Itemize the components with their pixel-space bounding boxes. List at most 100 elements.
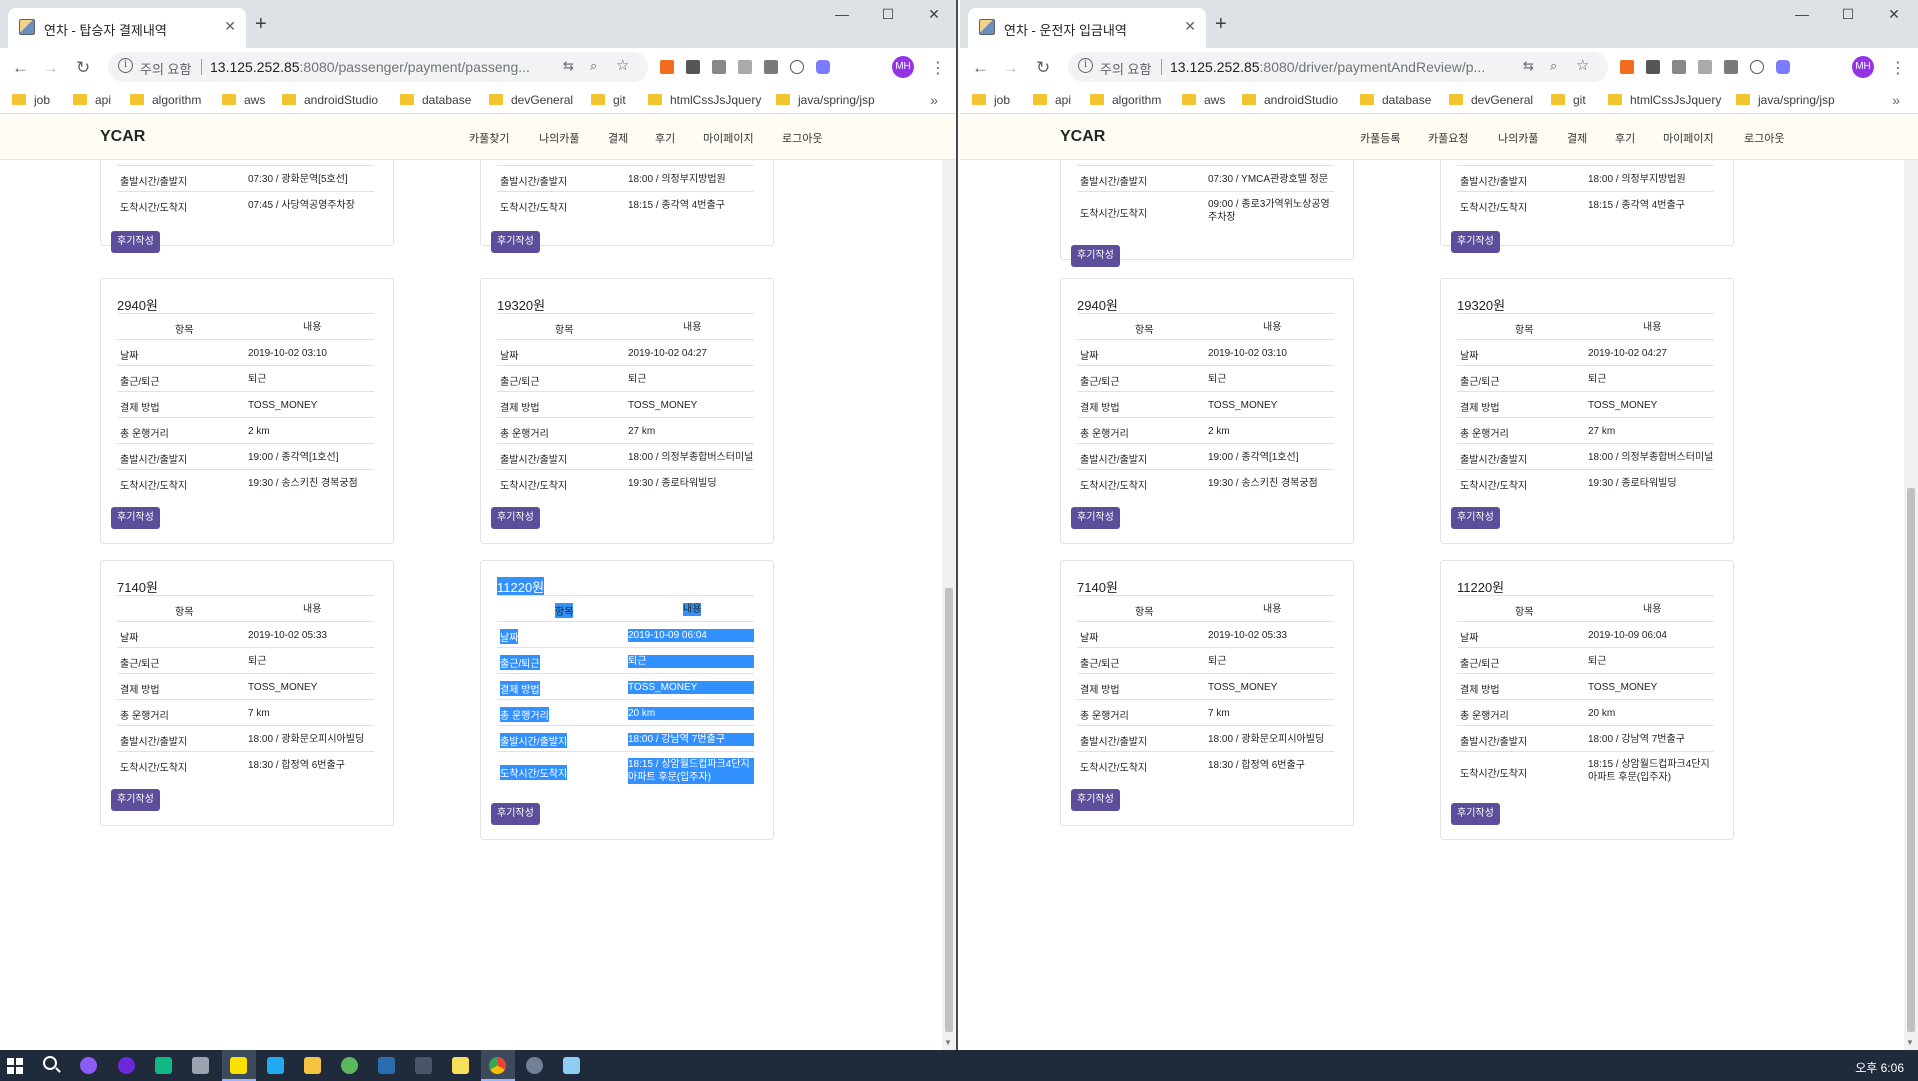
bookmark-folder[interactable]: api: [1033, 93, 1071, 107]
bookmark-folder[interactable]: api: [73, 93, 111, 107]
app-icon[interactable]: [118, 1057, 135, 1074]
profile-avatar[interactable]: MH: [1852, 56, 1874, 78]
search-icon[interactable]: [43, 1056, 57, 1070]
reload-icon[interactable]: ↻: [1036, 58, 1050, 78]
bookmark-folder[interactable]: aws: [1182, 93, 1225, 107]
scroll-thumb[interactable]: [945, 588, 953, 1032]
write-review-button[interactable]: 후기작성: [1071, 507, 1120, 529]
menu-review[interactable]: 후기: [655, 130, 675, 146]
minimize-icon[interactable]: —: [832, 6, 852, 22]
profile-avatar[interactable]: MH: [892, 56, 914, 78]
write-review-button[interactable]: 후기작성: [1451, 507, 1500, 529]
chevron-more-icon[interactable]: »: [930, 92, 938, 108]
scrollbar[interactable]: ▲ ▼: [1904, 114, 1918, 1050]
extension-icon[interactable]: [1620, 60, 1634, 74]
close-window-icon[interactable]: ✕: [924, 6, 944, 23]
write-review-button[interactable]: 후기작성: [491, 231, 540, 253]
write-review-button[interactable]: 후기작성: [111, 789, 160, 811]
translate-icon[interactable]: ⇆: [563, 58, 574, 74]
menu-request-carpool[interactable]: 카풀요청: [1428, 130, 1468, 146]
settings-icon[interactable]: [526, 1057, 543, 1074]
menu-kebab-icon[interactable]: ⋮: [930, 58, 946, 78]
bookmark-folder[interactable]: htmlCssJsJquery: [1608, 93, 1721, 107]
write-review-button[interactable]: 후기작성: [1451, 231, 1500, 253]
menu-logout[interactable]: 로그아웃: [1744, 130, 1784, 146]
bookmark-folder[interactable]: androidStudio: [282, 93, 378, 107]
extension-icon[interactable]: [1646, 60, 1660, 74]
kakaotalk-icon[interactable]: [230, 1057, 247, 1074]
write-review-button[interactable]: 후기작성: [111, 231, 160, 253]
url-text[interactable]: 13.125.252.85:8080/driver/paymentAndRevi…: [1170, 59, 1485, 75]
maximize-icon[interactable]: ☐: [878, 6, 898, 23]
url-text[interactable]: 13.125.252.85:8080/passenger/payment/pas…: [210, 59, 530, 75]
bookmark-folder[interactable]: devGeneral: [489, 93, 573, 107]
file-explorer-icon[interactable]: [304, 1057, 321, 1074]
write-review-button[interactable]: 후기작성: [111, 507, 160, 529]
start-icon[interactable]: [7, 1058, 23, 1074]
extension-icon[interactable]: [686, 60, 700, 74]
menu-mypage[interactable]: 마이페이지: [1663, 130, 1714, 146]
extension-icon[interactable]: [738, 60, 752, 74]
zoom-icon[interactable]: ⌕: [1550, 58, 1557, 74]
bookmark-folder[interactable]: git: [1551, 93, 1586, 107]
chevron-more-icon[interactable]: »: [1892, 92, 1900, 108]
info-icon[interactable]: i: [1078, 58, 1093, 73]
translate-icon[interactable]: ⇆: [1523, 58, 1534, 74]
bookmark-folder[interactable]: devGeneral: [1449, 93, 1533, 107]
close-tab-icon[interactable]: ✕: [224, 18, 236, 35]
info-icon[interactable]: i: [118, 58, 133, 73]
menu-my-carpool[interactable]: 나의카풀: [1498, 130, 1538, 146]
forward-icon[interactable]: →: [1002, 58, 1019, 78]
back-icon[interactable]: ←: [12, 58, 29, 78]
bookmark-star-icon[interactable]: ☆: [1576, 56, 1589, 74]
extension-icon[interactable]: [1698, 60, 1712, 74]
extension-icon[interactable]: [1724, 60, 1738, 74]
browser-tab[interactable]: 연차 - 운전자 입금내역 ✕: [968, 8, 1206, 48]
extension-icon[interactable]: [1776, 60, 1790, 74]
clock[interactable]: 오후 6:06: [1855, 1059, 1904, 1076]
menu-payment[interactable]: 결제: [1567, 130, 1587, 146]
browser-tab[interactable]: 연차 - 탑승자 결제내역 ✕: [8, 8, 246, 48]
address-bar[interactable]: i 주의 요함 13.125.252.85:8080/driver/paymen…: [1068, 52, 1608, 82]
site-brand[interactable]: YCAR: [1060, 128, 1105, 146]
app-icon[interactable]: [155, 1057, 172, 1074]
scroll-thumb[interactable]: [1907, 488, 1915, 1032]
app-icon[interactable]: [341, 1057, 358, 1074]
extension-icon[interactable]: [1672, 60, 1686, 74]
scroll-down-icon[interactable]: ▼: [1906, 1038, 1914, 1047]
extension-icon[interactable]: [1750, 60, 1764, 74]
bookmark-folder[interactable]: algorithm: [1090, 93, 1161, 107]
close-window-icon[interactable]: ✕: [1884, 6, 1904, 23]
app-icon[interactable]: [80, 1057, 97, 1074]
bookmark-folder[interactable]: java/spring/jsp: [1736, 93, 1835, 107]
bookmark-folder[interactable]: aws: [222, 93, 265, 107]
reload-icon[interactable]: ↻: [76, 58, 90, 78]
menu-review[interactable]: 후기: [1615, 130, 1635, 146]
address-bar[interactable]: i 주의 요함 13.125.252.85:8080/passenger/pay…: [108, 52, 648, 82]
app-icon[interactable]: [415, 1057, 432, 1074]
app-icon[interactable]: [452, 1057, 469, 1074]
bookmark-folder[interactable]: java/spring/jsp: [776, 93, 875, 107]
bookmark-folder[interactable]: algorithm: [130, 93, 201, 107]
menu-payment[interactable]: 결제: [608, 130, 628, 146]
close-tab-icon[interactable]: ✕: [1184, 18, 1196, 35]
menu-logout[interactable]: 로그아웃: [782, 130, 822, 146]
extension-icon[interactable]: [712, 60, 726, 74]
bookmark-folder[interactable]: job: [972, 93, 1010, 107]
bookmark-folder[interactable]: androidStudio: [1242, 93, 1338, 107]
bookmark-star-icon[interactable]: ☆: [616, 56, 629, 74]
menu-find-carpool[interactable]: 카풀찾기: [469, 130, 509, 146]
menu-mypage[interactable]: 마이페이지: [703, 130, 754, 146]
write-review-button[interactable]: 후기작성: [1071, 245, 1120, 267]
chrome-icon[interactable]: [489, 1057, 506, 1074]
photos-icon[interactable]: [563, 1057, 580, 1074]
menu-register-carpool[interactable]: 카풀등록: [1360, 130, 1400, 146]
zoom-icon[interactable]: ⌕: [590, 58, 597, 74]
extension-icon[interactable]: [790, 60, 804, 74]
extension-icon[interactable]: [816, 60, 830, 74]
menu-my-carpool[interactable]: 나의카풀: [539, 130, 579, 146]
write-review-button[interactable]: 후기작성: [491, 507, 540, 529]
new-tab-icon[interactable]: +: [255, 13, 267, 36]
forward-icon[interactable]: →: [42, 58, 59, 78]
maximize-icon[interactable]: ☐: [1838, 6, 1858, 23]
